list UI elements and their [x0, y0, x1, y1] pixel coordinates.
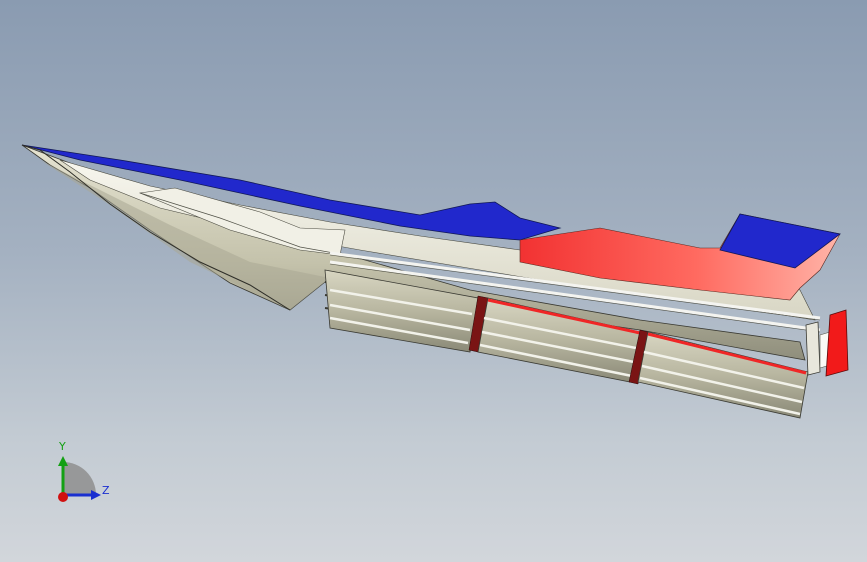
boat-model[interactable]	[0, 0, 867, 562]
z-axis-arrow-icon	[91, 490, 101, 500]
z-axis-label: Z	[102, 484, 110, 497]
y-axis-label: Y	[59, 440, 66, 453]
y-axis-arrow-icon	[58, 456, 68, 466]
stern-end-cap[interactable]	[805, 321, 821, 376]
x-axis-dot-icon	[58, 492, 68, 502]
orientation-triad[interactable]: Y Z	[48, 440, 118, 510]
graphics-viewport[interactable]: Y Z	[0, 0, 867, 562]
rudder-red-tab[interactable]	[825, 309, 849, 377]
